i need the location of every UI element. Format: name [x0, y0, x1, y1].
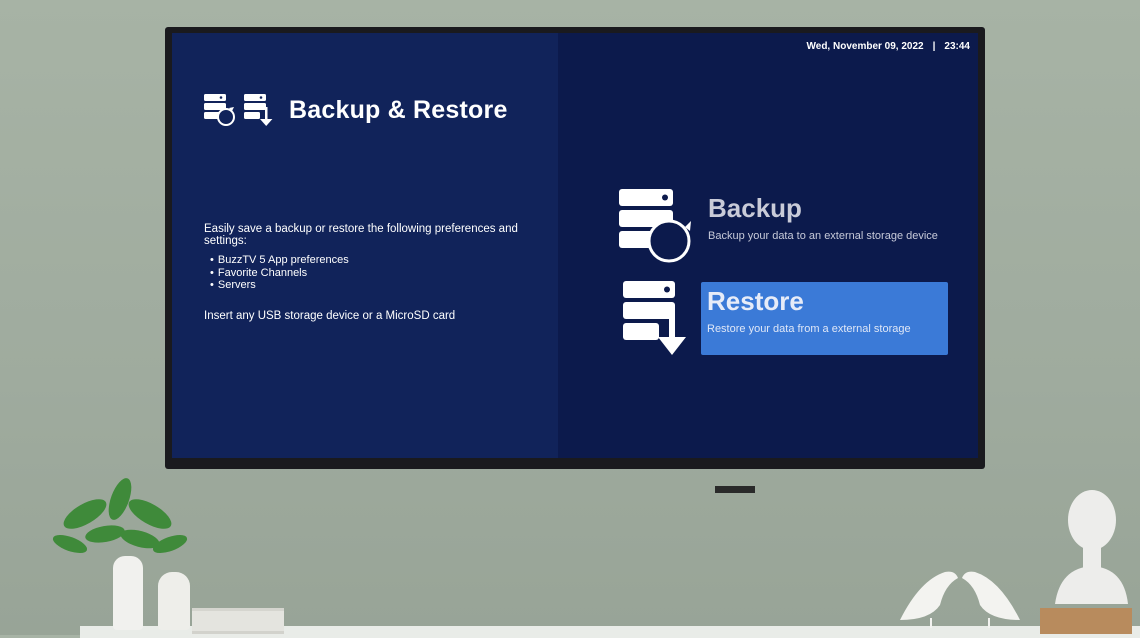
tv-screen: Backup & Restore Easily save a backup or… [172, 33, 978, 458]
bird-figurines [900, 571, 1020, 628]
backup-text: Backup Backup your data to an external s… [708, 193, 938, 242]
restore-description: Restore your data from a external storag… [707, 323, 911, 335]
head-bust-sculpture [1055, 490, 1128, 604]
database-refresh-icon [204, 94, 235, 126]
white-vase-small [158, 572, 190, 630]
date-label: Wed, November 09, 2022 [806, 41, 924, 52]
database-download-icon [244, 94, 273, 126]
restore-option[interactable]: Restore Restore your data from a externa… [701, 282, 948, 355]
list-item: Servers [210, 279, 349, 292]
page-title: Backup & Restore [289, 95, 508, 124]
options-panel: Wed, November 09, 2022 | 23:44 Backup Ba… [558, 33, 978, 458]
info-panel: Backup & Restore Easily save a backup or… [172, 33, 558, 458]
database-download-icon [623, 281, 686, 355]
intro-text: Easily save a backup or restore the foll… [204, 223, 518, 247]
tv-brand-logo [715, 486, 755, 493]
backup-title: Backup [708, 193, 802, 223]
separator: | [932, 41, 936, 52]
date-time: Wed, November 09, 2022 | 23:44 [807, 41, 971, 52]
restore-text: Restore Restore your data from a externa… [707, 286, 911, 335]
tv-frame: Backup & Restore Easily save a backup or… [165, 27, 985, 493]
preferences-list: BuzzTV 5 App preferences Favorite Channe… [210, 254, 349, 292]
restore-title: Restore [707, 286, 804, 316]
wooden-stand [1040, 608, 1132, 634]
database-refresh-icon [619, 189, 691, 263]
list-item: BuzzTV 5 App preferences [210, 254, 349, 267]
book-stack [192, 608, 284, 634]
time-label: 23:44 [944, 41, 970, 52]
storage-note: Insert any USB storage device or a Micro… [204, 310, 456, 322]
backup-description: Backup your data to an external storage … [708, 230, 938, 242]
white-vase [113, 556, 143, 630]
list-item: Favorite Channels [210, 267, 349, 280]
title-row: Backup & Restore [203, 93, 508, 127]
